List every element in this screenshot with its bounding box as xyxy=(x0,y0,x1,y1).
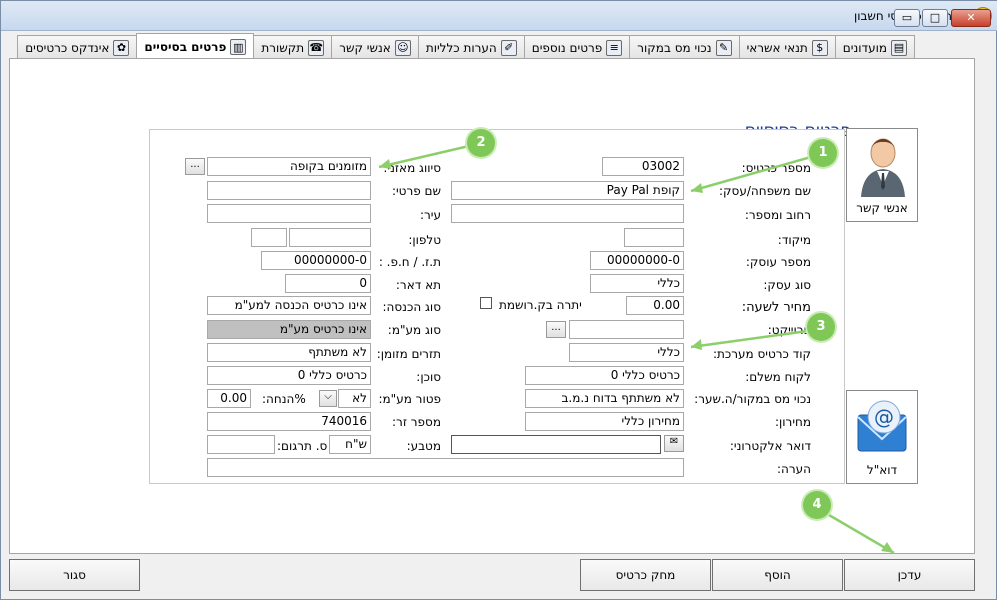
main-window: ריווחית - כרטיסי חשבון ▭ □ ✕ ▤מועדונים $… xyxy=(0,0,997,600)
annotation-badge-2: 2 xyxy=(467,129,495,157)
annotation-arrows xyxy=(378,144,895,555)
annotation-badge-1: 1 xyxy=(809,139,837,167)
annotation-badge-3: 3 xyxy=(807,313,835,341)
annotation-badge-4: 4 xyxy=(803,491,831,519)
